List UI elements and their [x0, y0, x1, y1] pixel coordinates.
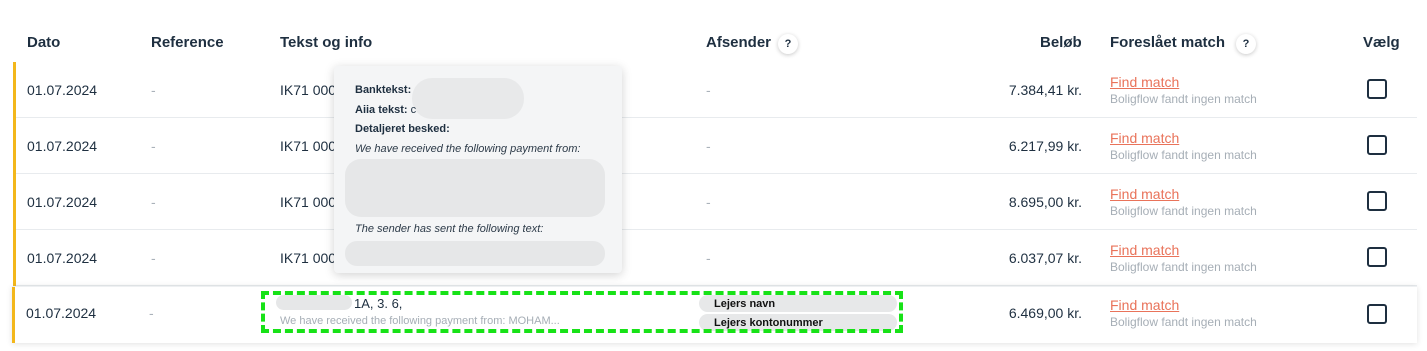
foreslaet-match-help-icon[interactable]: ? — [1236, 34, 1256, 54]
row-reference: - — [149, 305, 154, 321]
popup-detaljeret-label: Detaljeret besked: — [355, 123, 450, 135]
table-row[interactable]: 01.07.2024 - IK71 000 - 7.384,41 kr. Fin… — [13, 62, 1417, 118]
column-header-afsender[interactable]: Afsender — [706, 34, 771, 51]
row-reference: - — [151, 250, 156, 266]
row-text[interactable]: IK71 000 — [280, 194, 336, 210]
row-sender: - — [706, 82, 711, 98]
select-checkbox[interactable] — [1367, 304, 1387, 324]
table-row[interactable]: 01.07.2024 - IK71 000 - 6.217,99 kr. Fin… — [13, 118, 1417, 174]
table-row[interactable]: 01.07.2024 - IK71 000 - 8.695,00 kr. Fin… — [13, 174, 1417, 230]
row-sender: - — [706, 250, 711, 266]
highlight-box — [261, 291, 903, 333]
find-match-link[interactable]: Find match — [1110, 130, 1179, 146]
row-date: 01.07.2024 — [26, 305, 97, 321]
row-date: 01.07.2024 — [27, 250, 98, 266]
column-header-tekst-og-info[interactable]: Tekst og info — [280, 34, 372, 51]
row-sender: - — [706, 138, 711, 154]
match-status: Boligflow fandt ingen match — [1110, 148, 1257, 162]
row-date: 01.07.2024 — [27, 82, 98, 98]
redacted-payer — [345, 159, 605, 217]
row-accent-bar — [13, 118, 16, 174]
row-date: 01.07.2024 — [27, 138, 98, 154]
row-amount: 7.384,41 kr. — [1008, 82, 1082, 98]
find-match-link[interactable]: Find match — [1110, 297, 1179, 313]
row-sender: - — [706, 194, 711, 210]
row-reference: - — [151, 138, 156, 154]
row-amount: 6.217,99 kr. — [1008, 138, 1082, 154]
column-header-reference[interactable]: Reference — [151, 34, 224, 51]
row-text[interactable]: IK71 000 — [280, 250, 336, 266]
table-row[interactable]: 01.07.2024 - IK71 000 - 6.037,07 kr. Fin… — [13, 230, 1417, 286]
find-match-link[interactable]: Find match — [1110, 186, 1179, 202]
row-date: 01.07.2024 — [27, 194, 98, 210]
row-amount: 6.469,00 kr. — [1008, 305, 1082, 321]
afsender-help-icon[interactable]: ? — [778, 34, 798, 54]
column-header-foreslaet-match[interactable]: Foreslået match — [1110, 34, 1225, 51]
row-text[interactable]: IK71 000 — [280, 138, 336, 154]
find-match-link[interactable]: Find match — [1110, 74, 1179, 90]
row-accent-bar — [13, 230, 16, 286]
row-accent-bar — [13, 62, 16, 118]
popup-banktekst-label: Banktekst: — [355, 84, 412, 96]
popup-aiia-label: Aiia tekst: c — [355, 104, 417, 116]
row-accent-bar — [13, 174, 16, 230]
match-status: Boligflow fandt ingen match — [1110, 92, 1257, 106]
match-status: Boligflow fandt ingen match — [1110, 260, 1257, 274]
row-accent-bar — [12, 287, 15, 343]
row-amount: 8.695,00 kr. — [1008, 194, 1082, 210]
redacted-banktekst — [412, 78, 524, 119]
row-reference: - — [151, 82, 156, 98]
column-header-dato[interactable]: Dato — [27, 34, 60, 51]
select-checkbox[interactable] — [1367, 247, 1387, 267]
select-checkbox[interactable] — [1367, 79, 1387, 99]
column-header-belob[interactable]: Beløb — [1040, 34, 1082, 51]
find-match-link[interactable]: Find match — [1110, 242, 1179, 258]
match-status: Boligflow fandt ingen match — [1110, 204, 1257, 218]
match-status: Boligflow fandt ingen match — [1110, 315, 1257, 329]
select-checkbox[interactable] — [1367, 191, 1387, 211]
select-checkbox[interactable] — [1367, 135, 1387, 155]
column-header-vaelg[interactable]: Vælg — [1363, 34, 1400, 51]
row-text[interactable]: IK71 000 — [280, 82, 336, 98]
redacted-sender-text — [345, 241, 605, 266]
popup-sender-text: The sender has sent the following text: — [355, 223, 544, 235]
bank-info-popup: Banktekst: Aiia tekst: c Detaljeret besk… — [334, 66, 622, 273]
popup-received-text: We have received the following payment f… — [355, 143, 581, 155]
row-amount: 6.037,07 kr. — [1008, 250, 1082, 266]
row-reference: - — [151, 194, 156, 210]
